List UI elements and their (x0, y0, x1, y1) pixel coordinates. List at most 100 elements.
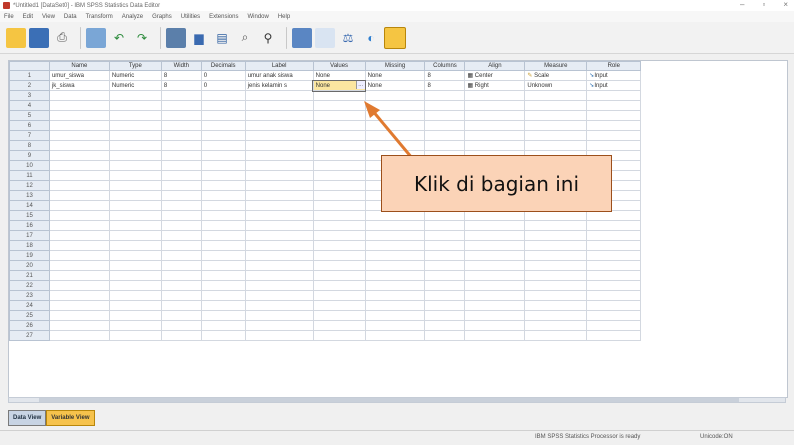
empty-cell[interactable] (364, 320, 426, 331)
empty-cell[interactable] (464, 280, 526, 291)
empty-cell[interactable] (524, 300, 588, 311)
row-number[interactable]: 16 (9, 220, 50, 231)
empty-cell[interactable] (48, 310, 110, 321)
row-number[interactable]: 18 (9, 240, 50, 251)
empty-cell[interactable] (200, 240, 246, 251)
empty-cell[interactable] (200, 330, 246, 341)
dialog-recall-icon[interactable] (86, 27, 106, 48)
empty-cell[interactable] (160, 270, 202, 281)
empty-cell[interactable] (586, 270, 642, 281)
cell-width[interactable]: 8 (160, 80, 202, 91)
empty-cell[interactable] (244, 270, 314, 281)
cell-type[interactable]: Numeric (108, 70, 162, 81)
empty-cell[interactable] (200, 210, 246, 221)
empty-cell[interactable] (312, 110, 366, 121)
empty-cell[interactable] (524, 250, 588, 261)
empty-cell[interactable] (312, 280, 366, 291)
print-icon[interactable]: ⎙ (52, 28, 72, 48)
empty-cell[interactable] (312, 250, 366, 261)
empty-cell[interactable] (200, 120, 246, 131)
empty-cell[interactable] (48, 120, 110, 131)
empty-cell[interactable] (586, 120, 642, 131)
cell-decimals[interactable]: 0 (200, 80, 246, 91)
empty-cell[interactable] (160, 190, 202, 201)
empty-cell[interactable] (464, 240, 526, 251)
empty-cell[interactable] (108, 320, 162, 331)
goto-variable-icon[interactable]: ▆ (189, 28, 209, 48)
find-icon[interactable]: ⌕ (235, 28, 255, 48)
row-number[interactable]: 25 (9, 310, 50, 321)
empty-cell[interactable] (464, 330, 526, 341)
empty-cell[interactable] (524, 220, 588, 231)
empty-cell[interactable] (364, 310, 426, 321)
row-number[interactable]: 17 (9, 230, 50, 241)
row-number[interactable]: 2 (9, 80, 50, 91)
empty-cell[interactable] (244, 170, 314, 181)
empty-cell[interactable] (200, 220, 246, 231)
empty-cell[interactable] (244, 160, 314, 171)
empty-cell[interactable] (108, 90, 162, 101)
empty-cell[interactable] (312, 100, 366, 111)
empty-cell[interactable] (160, 180, 202, 191)
empty-cell[interactable] (586, 230, 642, 241)
empty-cell[interactable] (312, 90, 366, 101)
col-values[interactable]: Values (312, 61, 366, 71)
empty-cell[interactable] (524, 110, 588, 121)
goto-case-icon[interactable] (166, 27, 186, 48)
empty-cell[interactable] (244, 90, 314, 101)
menu-edit[interactable]: Edit (23, 14, 33, 20)
col-align[interactable]: Align (464, 61, 526, 71)
cell-columns[interactable]: 8 (424, 80, 466, 91)
row-number[interactable]: 19 (9, 250, 50, 261)
empty-cell[interactable] (586, 130, 642, 141)
cell-role[interactable]: ➘Input (586, 70, 642, 81)
empty-cell[interactable] (464, 320, 526, 331)
empty-cell[interactable] (160, 330, 202, 341)
empty-cell[interactable] (524, 120, 588, 131)
empty-cell[interactable] (108, 150, 162, 161)
menu-window[interactable]: Window (247, 14, 268, 20)
empty-cell[interactable] (160, 90, 202, 101)
empty-cell[interactable] (524, 310, 588, 321)
empty-cell[interactable] (48, 140, 110, 151)
col-measure[interactable]: Measure (524, 61, 588, 71)
empty-cell[interactable] (108, 200, 162, 211)
empty-cell[interactable] (586, 250, 642, 261)
empty-cell[interactable] (244, 310, 314, 321)
empty-cell[interactable] (464, 110, 526, 121)
empty-cell[interactable] (424, 320, 466, 331)
empty-cell[interactable] (200, 180, 246, 191)
cell-missing[interactable]: None (364, 80, 426, 91)
empty-cell[interactable] (364, 90, 426, 101)
empty-cell[interactable] (524, 270, 588, 281)
empty-cell[interactable] (108, 180, 162, 191)
empty-cell[interactable] (586, 140, 642, 151)
empty-cell[interactable] (108, 310, 162, 321)
empty-cell[interactable] (48, 260, 110, 271)
cell-values-selected[interactable]: None… (312, 79, 367, 92)
row-number[interactable]: 12 (9, 180, 50, 191)
empty-cell[interactable] (200, 260, 246, 271)
empty-cell[interactable] (424, 90, 466, 101)
empty-cell[interactable] (160, 210, 202, 221)
undo-icon[interactable]: ↶ (109, 28, 129, 48)
empty-cell[interactable] (464, 140, 526, 151)
empty-cell[interactable] (108, 300, 162, 311)
empty-cell[interactable] (424, 260, 466, 271)
empty-cell[interactable] (48, 250, 110, 261)
empty-cell[interactable] (424, 210, 466, 221)
empty-cell[interactable] (364, 270, 426, 281)
empty-cell[interactable] (364, 250, 426, 261)
empty-cell[interactable] (160, 150, 202, 161)
empty-cell[interactable] (312, 180, 366, 191)
empty-cell[interactable] (524, 320, 588, 331)
empty-cell[interactable] (364, 290, 426, 301)
empty-cell[interactable] (364, 330, 426, 341)
empty-cell[interactable] (200, 90, 246, 101)
empty-cell[interactable] (200, 290, 246, 301)
close-button[interactable]: × (783, 0, 788, 9)
empty-cell[interactable] (48, 110, 110, 121)
insert-cases-icon[interactable]: ⚲ (258, 28, 278, 48)
empty-cell[interactable] (160, 310, 202, 321)
empty-cell[interactable] (312, 150, 366, 161)
